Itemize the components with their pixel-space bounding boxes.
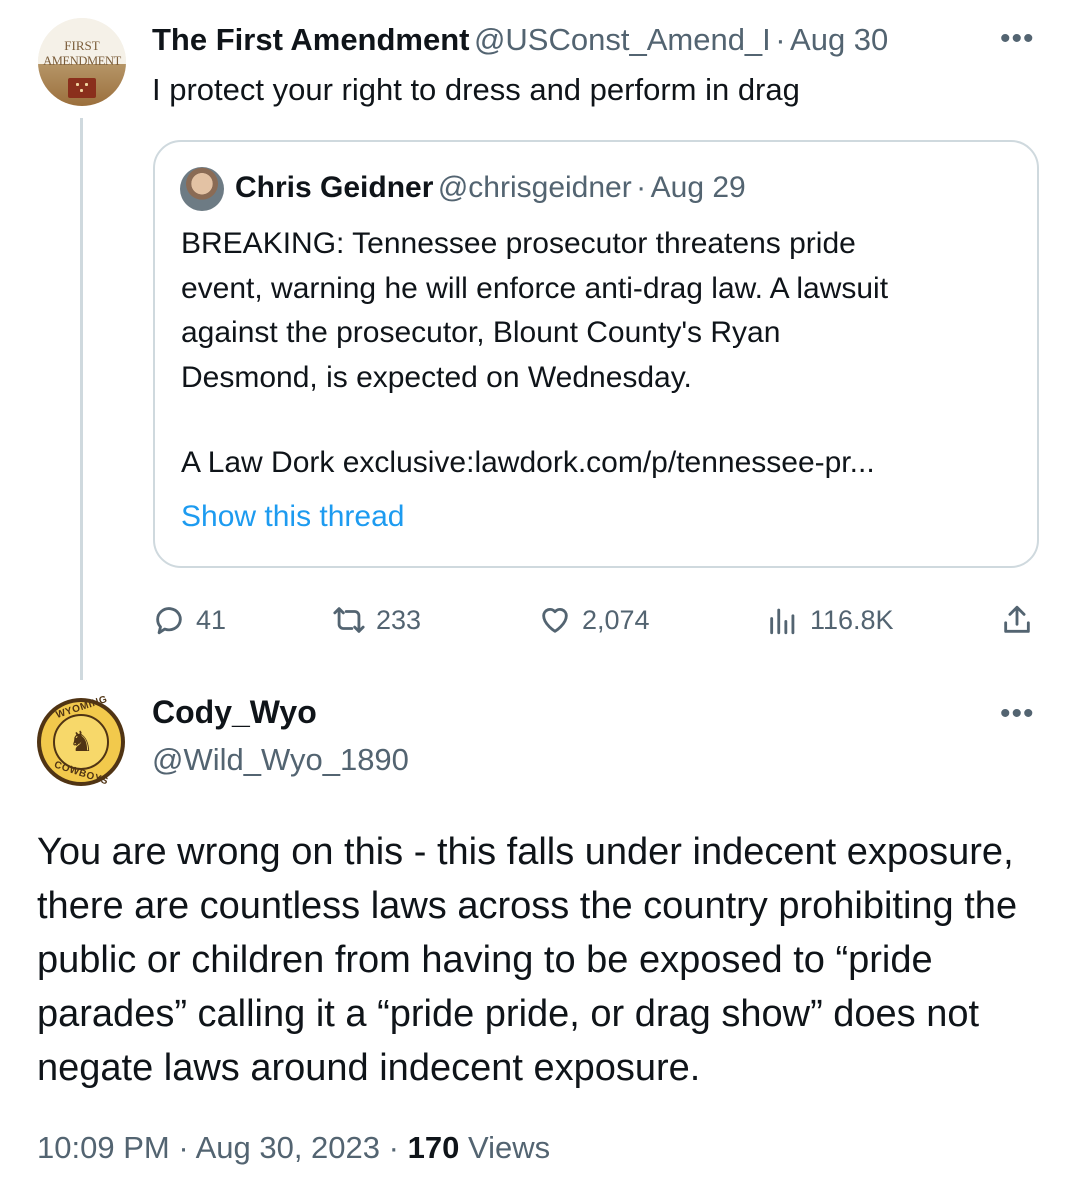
quoted-link-line: A Law Dork exclusive:lawdork.com/p/tenne… <box>181 446 875 480</box>
avatar-text-first: FIRST <box>64 38 100 53</box>
tweet1-author-name[interactable]: The First Amendment <box>152 22 470 57</box>
quoted-text-line: BREAKING: Tennessee prosecutor threatens… <box>181 227 856 260</box>
retweet-button[interactable]: 233 <box>332 598 421 642</box>
tweet2-separator: · <box>388 1130 399 1165</box>
cody-wyo-avatar[interactable]: ♞ WYOMING COWBOYS <box>37 694 125 787</box>
quoted-text-line: Desmond, is expected on Wednesday. <box>181 360 692 394</box>
tweet2-author-name[interactable]: Cody_Wyo <box>152 692 317 732</box>
quoted-text-line: against the prosecutor, Blount County's … <box>181 316 781 349</box>
tweet2-date[interactable]: Aug 30, 2023 <box>196 1130 380 1165</box>
first-amendment-avatar[interactable]: FIRST AMENDMENT <box>38 18 126 106</box>
avatar-text-amendment: AMENDMENT <box>43 54 121 68</box>
like-count: 2,074 <box>582 604 650 635</box>
tweet1-author-handle[interactable]: @USConst_Amend_I <box>474 22 771 57</box>
reply-icon <box>156 607 182 635</box>
tweet2-more-options-icon[interactable]: ••• <box>1000 697 1035 731</box>
tweet2-author-handle[interactable]: @Wild_Wyo_1890 <box>152 740 409 780</box>
bucking-horse-icon: ♞ <box>68 726 94 757</box>
retweet-icon <box>333 607 365 633</box>
views-count: 116.8K <box>810 604 894 635</box>
quoted-text-line: event, warning he will enforce anti-drag… <box>181 271 889 305</box>
reply-button[interactable]: 41 <box>152 598 226 642</box>
tweet2-views-count: 170 <box>407 1130 460 1165</box>
avatar-emblem-icon <box>68 78 96 98</box>
views-button[interactable]: 116.8K <box>766 598 894 642</box>
quoted-tweet-header: Chris Geidner @chrisgeidner · Aug 29 <box>235 168 746 213</box>
tweet2-time[interactable]: 10:09 PM <box>37 1130 170 1165</box>
tweet1-date[interactable]: Aug 30 <box>790 22 888 57</box>
like-button[interactable]: 2,074 <box>538 598 650 642</box>
quoted-date[interactable]: Aug 29 <box>651 171 746 204</box>
reply-count: 41 <box>196 604 227 635</box>
quoted-link-prefix: A Law Dork exclusive: <box>181 446 475 479</box>
quoted-author-name[interactable]: Chris Geidner <box>235 171 433 204</box>
quoted-separator: · <box>636 171 647 204</box>
tweet2-views-label: Views <box>467 1130 551 1165</box>
tweet2-meta: 10:09 PM · Aug 30, 2023 · 170 Views <box>37 1126 550 1170</box>
quoted-author-handle[interactable]: @chrisgeidner <box>438 171 632 204</box>
quoted-tweet-text: BREAKING: Tennessee prosecutor threatens… <box>181 222 1021 400</box>
heart-icon <box>542 608 568 633</box>
tweet1-more-options-icon[interactable]: ••• <box>1000 22 1035 56</box>
tweet1-header: The First Amendment @USConst_Amend_I · A… <box>152 20 888 66</box>
tweet2-text: You are wrong on this - this falls under… <box>37 831 1018 1089</box>
tweet1-separator: · <box>775 22 786 57</box>
thread-connector-line <box>80 118 83 680</box>
show-thread-link[interactable]: Show this thread <box>181 500 404 534</box>
tweet1-text: I protect your right to dress and perfor… <box>152 72 800 107</box>
share-button[interactable] <box>1000 598 1044 642</box>
quoted-link[interactable]: lawdork.com/p/tennessee-pr... <box>474 446 874 479</box>
analytics-icon <box>770 608 795 635</box>
share-icon <box>1004 605 1030 633</box>
retweet-count: 233 <box>376 604 422 635</box>
tweet2-separator: · <box>178 1130 189 1165</box>
quoted-author-avatar[interactable] <box>180 167 224 211</box>
